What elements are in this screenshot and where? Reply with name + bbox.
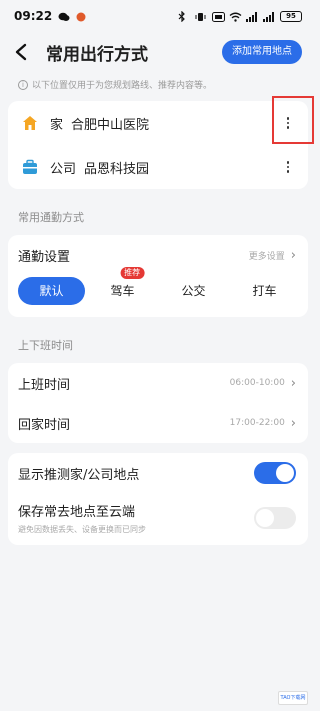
cloud-save-toggle[interactable] bbox=[254, 507, 296, 529]
battery-icon: 95 bbox=[280, 10, 302, 22]
info-icon: i bbox=[18, 79, 28, 90]
home-icon bbox=[22, 114, 40, 132]
bluetooth-icon bbox=[178, 10, 190, 23]
more-options-icon[interactable] bbox=[280, 157, 296, 177]
mode-tab-label: 驾车 bbox=[110, 284, 135, 298]
commute-card: 通勤设置 更多设置 › 默认 驾车 推荐 公交 打车 bbox=[8, 235, 308, 317]
mode-tab-default[interactable]: 默认 bbox=[18, 277, 85, 305]
vibrate-icon bbox=[195, 11, 207, 21]
place-type-label: 公司 bbox=[50, 161, 77, 177]
cloud-save-label: 保存常去地点至云端 bbox=[18, 505, 136, 520]
places-card: 家 合肥中山医院 公司 品恩科技园 bbox=[8, 101, 308, 189]
home-time-value: 17:00-22:00 bbox=[229, 418, 285, 428]
header: 常用出行方式 添加常用地点 bbox=[0, 32, 316, 72]
privacy-info-text: 以下位置仅用于为您规划路线、推荐内容等。 bbox=[32, 81, 213, 91]
chevron-right-icon: › bbox=[290, 375, 296, 391]
show-guess-label: 显示推测家/公司地点 bbox=[18, 467, 140, 483]
mode-tab-taxi[interactable]: 打车 bbox=[231, 277, 298, 305]
work-start-value: 06:00-10:00 bbox=[229, 378, 285, 388]
show-guess-toggle[interactable] bbox=[254, 462, 296, 484]
commute-setting-label: 通勤设置 bbox=[18, 249, 71, 265]
work-time-section-label: 上下班时间 bbox=[18, 339, 73, 352]
place-type-label: 家 bbox=[50, 117, 64, 133]
status-bar: 09:22 95 bbox=[0, 0, 316, 32]
show-guess-row: 显示推测家/公司地点 bbox=[8, 453, 308, 493]
back-arrow-icon[interactable] bbox=[14, 41, 36, 63]
page-title: 常用出行方式 bbox=[46, 44, 148, 65]
work-start-label: 上班时间 bbox=[18, 377, 71, 393]
place-row-home[interactable]: 家 合肥中山医院 bbox=[8, 101, 308, 145]
watermark-logo: TAO下载网 bbox=[278, 691, 308, 705]
add-common-place-button[interactable]: 添加常用地点 bbox=[222, 40, 302, 64]
cloud-save-row: 保存常去地点至云端 避免因数据丢失、设备更换而已同步 bbox=[8, 493, 308, 545]
privacy-info: i 以下位置仅用于为您规划路线、推荐内容等。 bbox=[0, 72, 316, 95]
place-name: 合肥中山医院 bbox=[71, 117, 150, 133]
cloud-save-sublabel: 避免因数据丢失、设备更换而已同步 bbox=[18, 525, 146, 534]
place-row-company[interactable]: 公司 品恩科技园 bbox=[8, 145, 308, 189]
more-options-icon[interactable] bbox=[280, 113, 296, 133]
mode-tab-bus[interactable]: 公交 bbox=[160, 277, 227, 305]
place-name: 品恩科技园 bbox=[84, 161, 150, 177]
work-start-row[interactable]: 上班时间 06:00-10:00 › bbox=[8, 363, 308, 403]
recommend-badge: 推荐 bbox=[120, 267, 145, 279]
commute-mode-tabs: 默认 驾车 推荐 公交 打车 bbox=[8, 267, 308, 317]
hd-icon bbox=[212, 11, 225, 22]
company-icon bbox=[22, 158, 40, 176]
wechat-icon bbox=[58, 11, 70, 21]
signal-icon-2 bbox=[263, 11, 275, 22]
home-time-label: 回家时间 bbox=[18, 417, 71, 433]
work-time-card: 上班时间 06:00-10:00 › 回家时间 17:00-22:00 › bbox=[8, 363, 308, 443]
status-time: 09:22 bbox=[14, 9, 53, 23]
home-time-row[interactable]: 回家时间 17:00-22:00 › bbox=[8, 403, 308, 443]
app-notification-icon bbox=[76, 11, 88, 22]
wifi-icon bbox=[229, 11, 242, 22]
toggles-card: 显示推测家/公司地点 保存常去地点至云端 避免因数据丢失、设备更换而已同步 bbox=[8, 453, 308, 545]
signal-icon bbox=[246, 11, 258, 22]
commute-setting-row[interactable]: 通勤设置 更多设置 › bbox=[8, 235, 308, 275]
more-settings-link[interactable]: 更多设置 bbox=[249, 249, 285, 262]
mode-tab-drive[interactable]: 驾车 推荐 bbox=[89, 267, 156, 305]
chevron-right-icon: › bbox=[290, 247, 296, 263]
commute-section-label: 常用通勤方式 bbox=[18, 211, 84, 224]
chevron-right-icon: › bbox=[290, 415, 296, 431]
